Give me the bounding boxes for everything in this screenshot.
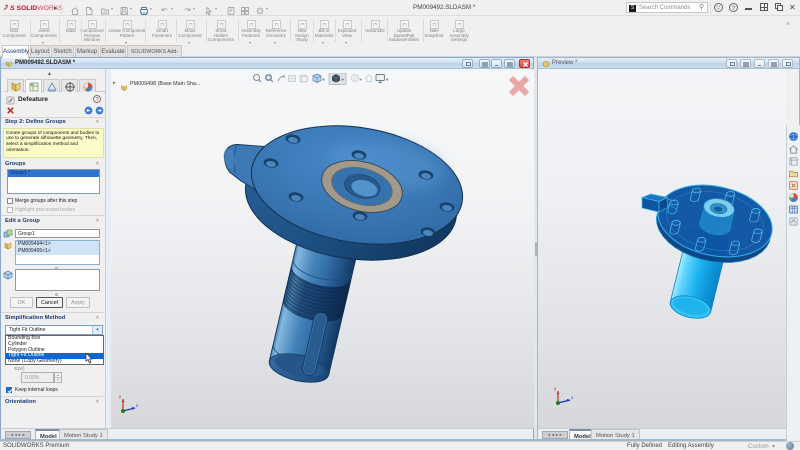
svg-text:▾: ▾ [360, 77, 363, 82]
svg-text:y: y [119, 394, 122, 399]
svg-text:▾: ▾ [323, 77, 326, 82]
svg-text:x: x [571, 395, 574, 400]
svg-text:▾: ▾ [386, 77, 389, 82]
svg-text:y: y [554, 386, 557, 391]
svg-text:x: x [136, 403, 139, 408]
